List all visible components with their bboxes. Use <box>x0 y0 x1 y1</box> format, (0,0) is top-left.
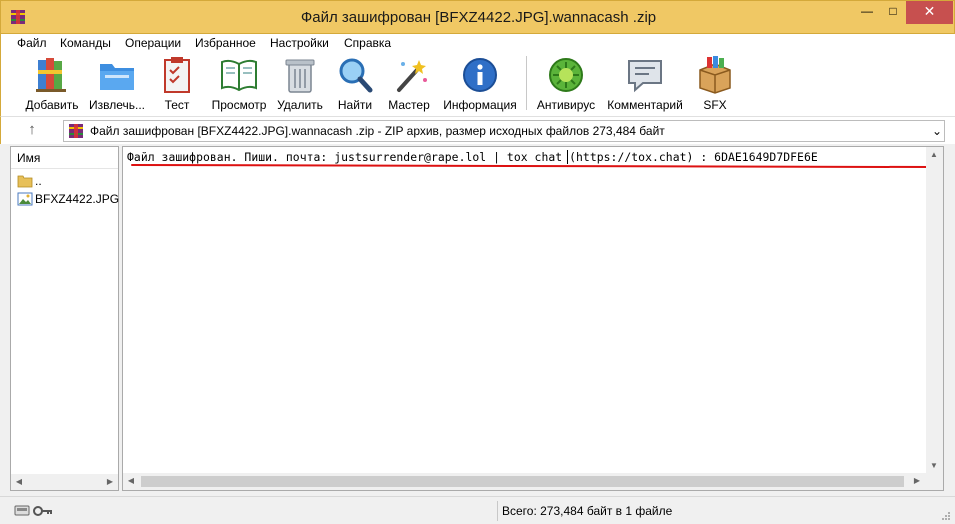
scroll-right-icon[interactable]: ▶ <box>909 473 925 489</box>
scroll-right-icon[interactable]: ▶ <box>102 474 118 490</box>
magic-wand-icon <box>397 60 427 92</box>
maximize-button[interactable]: □ <box>880 1 906 24</box>
test-button-label: Тест <box>164 98 190 112</box>
antivirus-button[interactable]: Антивирус <box>534 56 598 114</box>
status-bar: Всего: 273,484 байт в 1 файле <box>0 496 955 524</box>
antivirus-icon <box>549 58 583 92</box>
delete-button-label: Удалить <box>277 98 323 112</box>
address-field[interactable]: Файл зашифрован [BFXZ4422.JPG].wannacash… <box>63 120 945 142</box>
list-item-file[interactable]: BFXZ4422.JPG * <box>15 190 127 208</box>
view-button[interactable]: Просмотр <box>208 56 270 114</box>
column-header-name[interactable]: Имя <box>11 147 118 169</box>
sfx-button-label: SFX <box>703 98 727 112</box>
list-item-name: BFXZ4422.JPG * <box>35 192 128 206</box>
menu-bar: Файл Команды Операции Избранное Настройк… <box>0 34 955 52</box>
comment-button[interactable]: Комментарий <box>605 56 685 114</box>
scroll-up-icon[interactable]: ▲ <box>926 147 942 163</box>
up-arrow-icon[interactable]: ↑ <box>23 121 41 139</box>
wizard-button[interactable]: Мастер <box>386 56 432 114</box>
delete-button[interactable]: Удалить <box>276 56 324 114</box>
sfx-button[interactable]: SFX <box>695 56 735 114</box>
find-button-label: Найти <box>337 98 373 112</box>
test-button[interactable]: Тест <box>157 56 197 114</box>
scrollbar-corner <box>926 473 943 490</box>
menu-commands[interactable]: Команды <box>60 36 111 50</box>
info-button-label: Информация <box>443 98 517 112</box>
file-list[interactable]: Имя .. BFXZ4422.JPG * ◀ ▶ <box>10 146 127 491</box>
title-bar[interactable]: Файл зашифрован [BFXZ4422.JPG].wannacash… <box>0 0 955 34</box>
comment-icon <box>628 60 662 93</box>
extract-button-label: Извлечь... <box>88 98 145 112</box>
archive-icon <box>69 124 83 138</box>
image-file-icon <box>17 192 33 206</box>
comment-pane[interactable]: Файл зашифрован. Пиши. почта: justsurren… <box>122 146 944 491</box>
scroll-left-icon[interactable]: ◀ <box>123 473 139 489</box>
menu-file[interactable]: Файл <box>17 36 47 50</box>
resize-grip-icon[interactable] <box>941 511 951 521</box>
toolbar: Добавить Извлечь... Тест Просмотр Удалит… <box>0 52 955 116</box>
folder-icon <box>17 175 33 188</box>
magnifier-icon <box>339 58 373 93</box>
address-text: Файл зашифрован [BFXZ4422.JPG].wannacash… <box>90 124 665 138</box>
text-caret <box>567 150 568 164</box>
scroll-left-icon[interactable]: ◀ <box>11 474 27 490</box>
antivirus-button-label: Антивирус <box>536 98 596 112</box>
add-button[interactable]: Добавить <box>23 56 81 114</box>
find-button[interactable]: Найти <box>335 56 375 114</box>
comment-vertical-scrollbar[interactable]: ▲ ▼ <box>926 147 943 474</box>
address-bar: ↑ Файл зашифрован [BFXZ4422.JPG].wannaca… <box>0 116 955 144</box>
view-button-label: Просмотр <box>211 98 267 112</box>
menu-help[interactable]: Справка <box>344 36 391 50</box>
column-header-label: Имя <box>17 151 41 165</box>
toolbar-separator <box>526 56 527 110</box>
file-list-horizontal-scrollbar[interactable]: ◀ ▶ <box>11 474 118 490</box>
wizard-button-label: Мастер <box>388 98 430 112</box>
menu-settings[interactable]: Настройки <box>270 36 329 50</box>
comment-button-label: Комментарий <box>607 98 683 112</box>
status-text: Всего: 273,484 байт в 1 файле <box>502 504 673 518</box>
comment-text[interactable]: Файл зашифрован. Пиши. почта: justsurren… <box>127 150 818 164</box>
books-add-icon <box>36 58 66 92</box>
minimize-button[interactable]: — <box>854 1 880 24</box>
address-dropdown-icon[interactable]: ⌄ <box>930 121 944 141</box>
info-icon <box>463 58 497 92</box>
window-title: Файл зашифрован [BFXZ4422.JPG].wannacash… <box>300 9 657 26</box>
scrollbar-thumb[interactable] <box>141 476 904 487</box>
close-button[interactable]: ✕ <box>906 1 953 24</box>
status-separator <box>497 501 498 521</box>
trash-icon <box>285 59 315 93</box>
sfx-box-icon <box>699 56 731 94</box>
info-button[interactable]: Информация <box>441 56 519 114</box>
list-item-parent-folder[interactable]: .. <box>15 172 117 190</box>
menu-operations[interactable]: Операции <box>125 36 181 50</box>
scroll-down-icon[interactable]: ▼ <box>926 458 942 474</box>
add-button-label: Добавить <box>25 98 79 112</box>
comment-horizontal-scrollbar[interactable]: ◀ ▶ <box>123 473 926 490</box>
menu-favorites[interactable]: Избранное <box>195 36 256 50</box>
list-item-name: .. <box>35 174 42 188</box>
extract-button[interactable]: Извлечь... <box>87 56 147 114</box>
clipboard-test-icon <box>164 57 190 93</box>
book-view-icon <box>221 59 257 92</box>
drive-key-icon[interactable] <box>14 503 54 517</box>
folder-extract-icon <box>100 64 134 90</box>
